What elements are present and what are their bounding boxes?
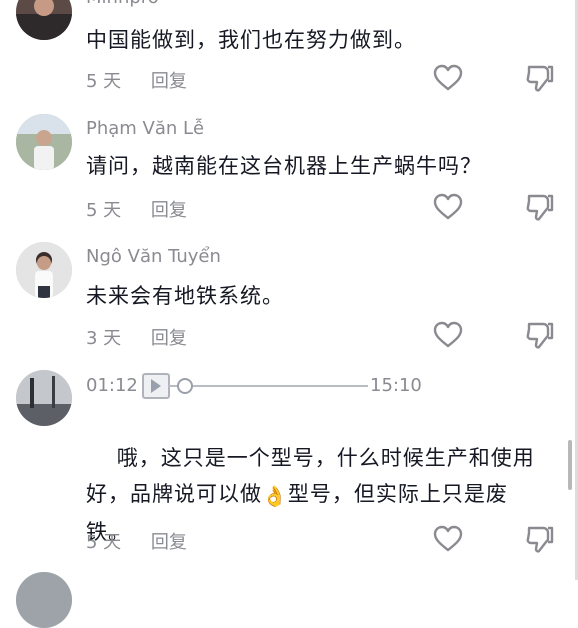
comment-meta: 3 天 回复 — [86, 324, 187, 350]
thumbs-down-outline-icon — [526, 65, 554, 92]
comment-text: 请问，越南能在这台机器上生产蜗牛吗？ — [86, 154, 482, 178]
audio-progress-thumb[interactable] — [177, 378, 193, 394]
reply-button[interactable]: 回复 — [151, 324, 187, 350]
reply-button[interactable]: 回复 — [151, 196, 187, 222]
comment-username[interactable]: Ngô Văn Tuyển — [86, 246, 221, 267]
heart-outline-icon — [433, 193, 463, 220]
like-button[interactable] — [433, 321, 463, 349]
play-button[interactable] — [142, 373, 170, 399]
like-button[interactable] — [433, 64, 463, 92]
reply-button[interactable]: 回复 — [151, 67, 187, 93]
audio-progress-track[interactable] — [168, 385, 368, 387]
comment-time: 5 天 — [86, 532, 122, 553]
like-button[interactable] — [433, 193, 463, 221]
avatar[interactable] — [16, 242, 72, 298]
comment-text: 中国能做到，我们也在努力做到。 — [86, 28, 416, 52]
like-button[interactable] — [433, 525, 463, 553]
comment-text: 哦，这只是一个型号，什么时候生产和使用好，品牌说可以做👌型号，但实际上只是废铁。 — [86, 404, 546, 586]
scrollbar[interactable] — [568, 440, 572, 490]
avatar[interactable] — [16, 370, 72, 426]
thumbs-down-outline-icon — [526, 322, 554, 349]
dislike-button[interactable] — [525, 321, 555, 349]
thumbs-down-outline-icon — [526, 194, 554, 221]
reply-button[interactable]: 回复 — [151, 528, 187, 554]
audio-current-time: 01:12 — [86, 375, 138, 396]
ok-hand-emoji: 👌 — [262, 484, 288, 508]
comment-meta: 5 天 回复 — [86, 528, 187, 554]
comment-time: 5 天 — [86, 71, 122, 92]
audio-player: 01:12 15:10 — [86, 373, 446, 401]
audio-total-time: 15:10 — [370, 375, 422, 396]
heart-outline-icon — [433, 64, 463, 91]
heart-outline-icon — [433, 525, 463, 552]
avatar[interactable] — [16, 114, 72, 170]
comment-text: 未来会有地铁系统。 — [86, 284, 284, 308]
comment-meta: 5 天 回复 — [86, 196, 187, 222]
dislike-button[interactable] — [525, 525, 555, 553]
comment-time: 3 天 — [86, 328, 122, 349]
comment-username[interactable]: Phạm Văn Lễ — [86, 118, 204, 139]
comment-time: 5 天 — [86, 200, 122, 221]
dislike-button[interactable] — [525, 64, 555, 92]
comment-list-screen: { "comments": [ { "username": "Minhpro",… — [0, 0, 578, 628]
avatar[interactable] — [16, 0, 72, 40]
comment-username[interactable]: Minhpro — [86, 0, 159, 8]
comment-meta: 5 天 回复 — [86, 67, 187, 93]
thumbs-down-outline-icon — [526, 526, 554, 553]
dislike-button[interactable] — [525, 193, 555, 221]
avatar[interactable] — [16, 572, 72, 628]
heart-outline-icon — [433, 321, 463, 348]
